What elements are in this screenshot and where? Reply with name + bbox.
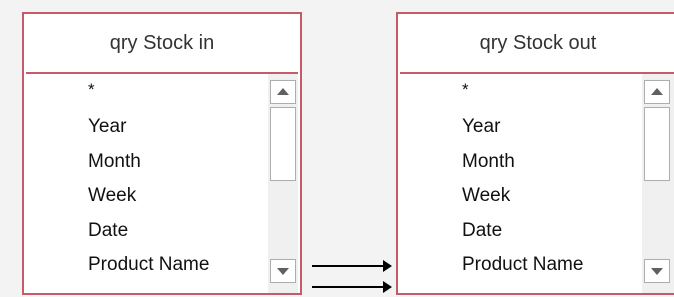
field-item-week[interactable]: Week: [462, 179, 583, 214]
join-line-arrow-icon[interactable]: [312, 260, 392, 272]
scroll-down-icon[interactable]: [644, 259, 670, 283]
scroll-up-icon[interactable]: [644, 80, 670, 104]
field-list-items: * Year Month Week Date Product Name: [462, 78, 583, 283]
vertical-scrollbar[interactable]: [268, 74, 298, 293]
field-item-year[interactable]: Year: [462, 110, 583, 145]
field-list-qry-stock-out[interactable]: qry Stock out * Year Month Week Date Pro…: [396, 12, 674, 295]
field-item-month[interactable]: Month: [462, 145, 583, 180]
field-item-all[interactable]: *: [462, 78, 583, 110]
field-list-qry-stock-in[interactable]: qry Stock in * Year Month Week Date Prod…: [22, 12, 302, 295]
scroll-down-icon[interactable]: [270, 259, 296, 283]
field-list-body: * Year Month Week Date Product Name: [24, 74, 300, 293]
field-item-week[interactable]: Week: [88, 179, 209, 214]
vertical-scrollbar[interactable]: [642, 74, 674, 293]
field-list-body: * Year Month Week Date Product Name: [398, 74, 674, 293]
field-item-all[interactable]: *: [88, 78, 209, 110]
field-list-items: * Year Month Week Date Product Name: [88, 78, 209, 283]
field-item-month[interactable]: Month: [88, 145, 209, 180]
field-list-title[interactable]: qry Stock out: [398, 14, 674, 72]
field-item-year[interactable]: Year: [88, 110, 209, 145]
field-item-product-name[interactable]: Product Name: [462, 248, 583, 283]
scroll-up-icon[interactable]: [270, 80, 296, 104]
scrollbar-thumb[interactable]: [644, 107, 670, 181]
field-item-date[interactable]: Date: [88, 214, 209, 249]
field-list-title[interactable]: qry Stock in: [24, 14, 300, 72]
join-line-arrow-icon[interactable]: [312, 281, 392, 293]
scrollbar-thumb[interactable]: [270, 107, 296, 181]
field-item-product-name[interactable]: Product Name: [88, 248, 209, 283]
field-item-date[interactable]: Date: [462, 214, 583, 249]
